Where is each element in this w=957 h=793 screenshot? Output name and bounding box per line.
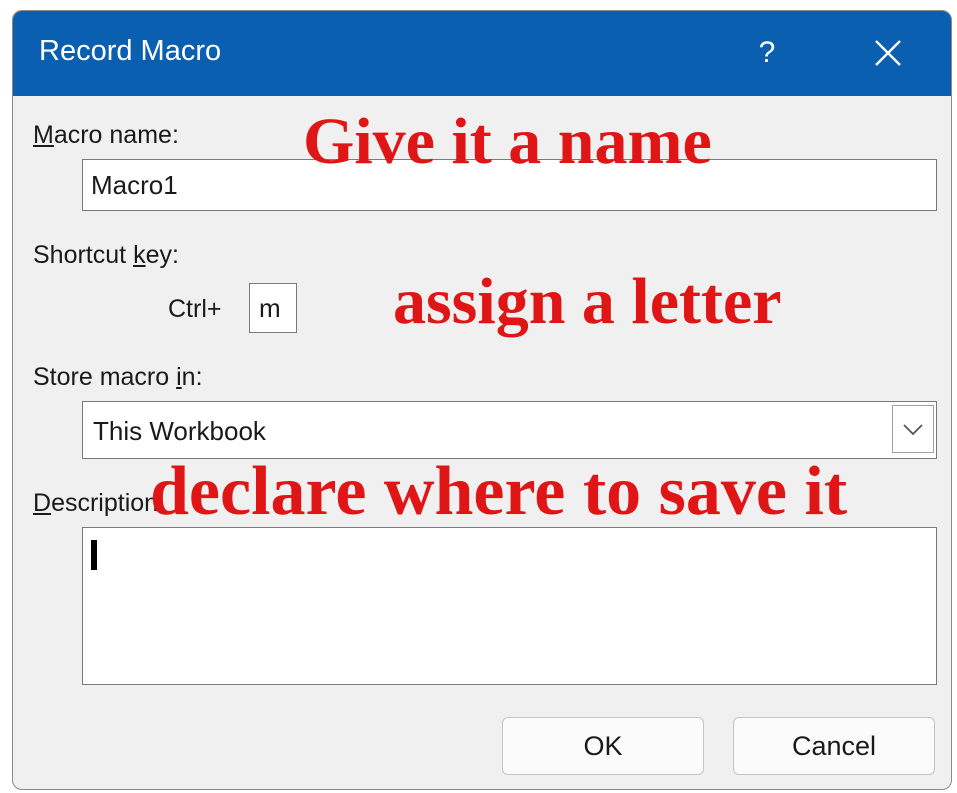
close-icon	[875, 40, 901, 66]
close-button[interactable]	[863, 29, 913, 77]
shortcut-key-field[interactable]	[249, 283, 297, 333]
store-macro-selected-value: This Workbook	[93, 416, 266, 446]
title-bar[interactable]: Record Macro ?	[13, 11, 951, 96]
macro-name-label: Macro name:	[33, 121, 179, 149]
description-label: Description:	[33, 489, 166, 517]
dialog-title: Record Macro	[39, 35, 222, 67]
text-cursor	[91, 540, 97, 570]
shortcut-key-label: Shortcut key:	[33, 241, 179, 269]
chevron-down-icon	[903, 424, 923, 436]
shortcut-key-input[interactable]	[259, 293, 289, 323]
ok-button[interactable]: OK	[502, 717, 704, 775]
store-macro-select[interactable]: This Workbook	[82, 401, 937, 459]
annotation-give-name: Give it a name	[303, 105, 712, 178]
help-button[interactable]: ?	[749, 31, 785, 75]
annotation-declare-save: declare where to save it	[150, 453, 848, 530]
store-macro-in-label: Store macro in:	[33, 363, 203, 391]
description-textarea[interactable]	[82, 527, 937, 685]
ctrl-plus-label: Ctrl+	[168, 295, 222, 323]
annotation-assign-letter: assign a letter	[393, 265, 782, 338]
cancel-button[interactable]: Cancel	[733, 717, 935, 775]
dropdown-button[interactable]	[892, 405, 934, 453]
